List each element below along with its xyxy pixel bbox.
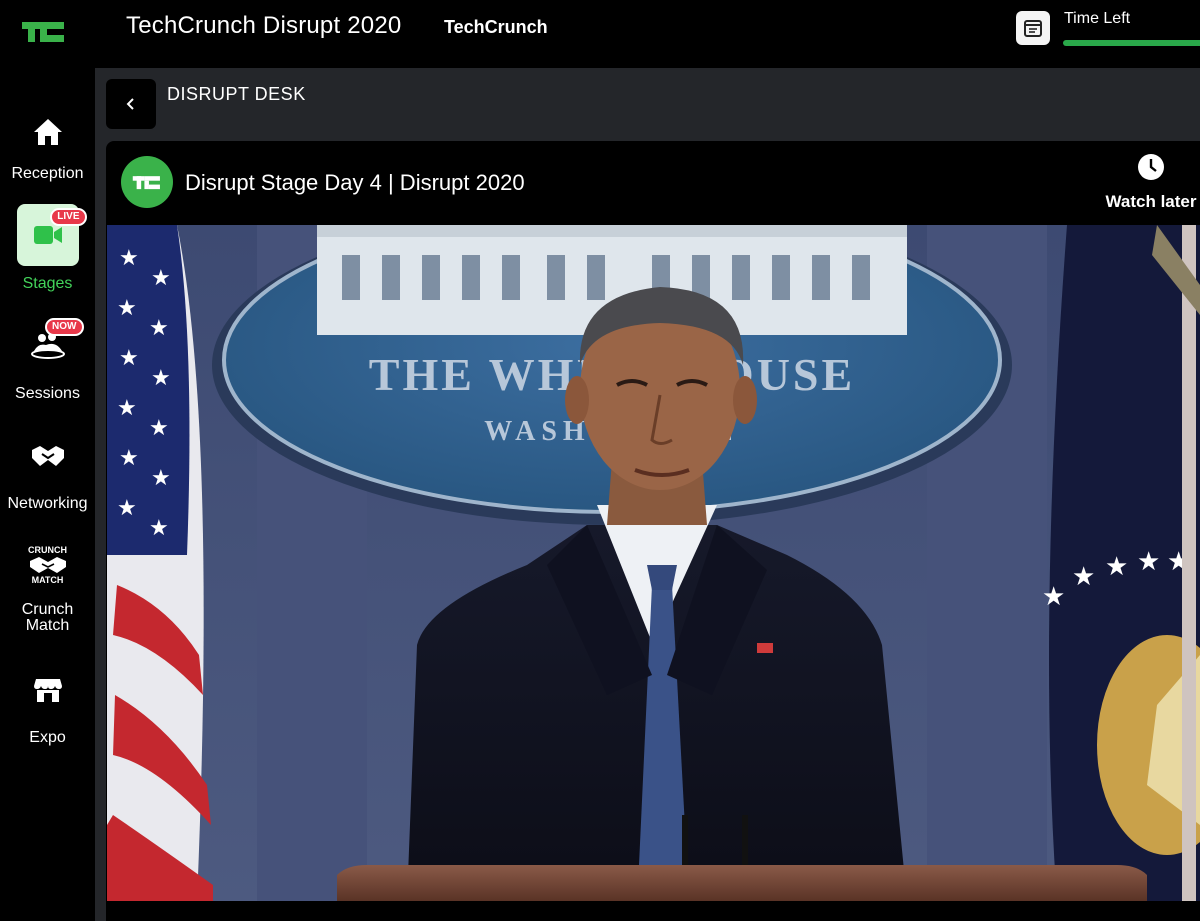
now-badge: NOW xyxy=(45,318,84,336)
sidebar-item-label: Networking xyxy=(7,495,88,512)
sidebar: Reception LIVE Stages NOW Sessions Netwo… xyxy=(0,68,95,921)
svg-text:★: ★ xyxy=(119,246,139,271)
sidebar-item-label: Crunch Match xyxy=(21,601,74,634)
live-badge: LIVE xyxy=(50,208,87,226)
svg-text:★: ★ xyxy=(149,516,169,541)
event-title: TechCrunch Disrupt 2020 xyxy=(126,12,402,39)
section-title: DISRUPT DESK xyxy=(167,84,306,104)
sidebar-item-networking[interactable]: Networking xyxy=(0,430,95,512)
sidebar-item-label: Sessions xyxy=(15,385,80,402)
svg-text:★: ★ xyxy=(149,316,169,341)
calendar-button[interactable] xyxy=(1016,11,1050,45)
chevron-left-icon xyxy=(126,98,134,110)
svg-text:★: ★ xyxy=(151,466,171,491)
storefront-icon xyxy=(18,664,78,716)
video-frame-image: THE WHITE HOUSE WASHINGTON ★★ ★★ ★★ ★★ ★… xyxy=(107,225,1200,901)
crunch-match-icon-text-top: CRUNCH xyxy=(28,545,67,555)
audience-icon: NOW xyxy=(18,318,84,370)
clock-icon xyxy=(1138,154,1164,180)
presidential-flag: ★★ ★ ★ ★ xyxy=(1042,225,1200,901)
svg-text:★: ★ xyxy=(119,346,139,371)
stream-card: Disrupt Stage Day 4 | Disrupt 2020 Watch… xyxy=(106,141,1200,921)
sidebar-item-crunch-match[interactable]: CRUNCH MATCH Crunch Match xyxy=(0,538,95,634)
handshake-icon xyxy=(18,430,78,482)
svg-text:★: ★ xyxy=(1105,552,1128,582)
svg-text:★: ★ xyxy=(151,366,171,391)
svg-text:★: ★ xyxy=(117,396,137,421)
time-left-label: Time Left xyxy=(1064,10,1131,27)
sidebar-item-label: Stages xyxy=(22,275,73,292)
svg-text:★: ★ xyxy=(1072,562,1095,592)
svg-text:★: ★ xyxy=(1042,582,1065,612)
back-button[interactable] xyxy=(106,79,156,129)
organizer-name[interactable]: TechCrunch xyxy=(444,17,548,38)
top-bar: TechCrunch Disrupt 2020 TechCrunch Time … xyxy=(0,0,1200,68)
sidebar-item-reception[interactable]: Reception xyxy=(0,106,95,182)
watch-later-label: Watch later xyxy=(1105,192,1197,211)
stream-title: Disrupt Stage Day 4 | Disrupt 2020 xyxy=(185,170,525,195)
home-icon xyxy=(18,106,78,158)
crunch-match-icon-text-bottom: MATCH xyxy=(31,575,64,585)
svg-text:★: ★ xyxy=(117,296,137,321)
sidebar-item-expo[interactable]: Expo xyxy=(0,664,95,746)
svg-text:★: ★ xyxy=(151,266,171,291)
video-camera-icon: LIVE xyxy=(16,204,87,266)
video-player[interactable]: THE WHITE HOUSE WASHINGTON ★★ ★★ ★★ ★★ ★… xyxy=(107,225,1200,901)
svg-text:★: ★ xyxy=(117,496,137,521)
techcrunch-logo[interactable] xyxy=(18,14,70,48)
svg-text:★: ★ xyxy=(1137,547,1160,577)
svg-text:★: ★ xyxy=(119,446,139,471)
sidebar-item-label: Expo xyxy=(29,729,66,746)
sidebar-item-label: Reception xyxy=(11,165,84,182)
time-left-progress xyxy=(1063,40,1200,46)
techcrunch-logo-icon xyxy=(132,176,160,190)
main-panel: DISRUPT DESK Disrupt Stage Day 4 | Disru… xyxy=(95,68,1200,921)
crunch-match-icon: CRUNCH MATCH xyxy=(18,538,78,592)
stage-avatar xyxy=(121,156,173,208)
svg-text:★: ★ xyxy=(149,416,169,441)
watch-later-button[interactable]: Watch later xyxy=(1096,153,1200,212)
sidebar-item-stages[interactable]: LIVE Stages xyxy=(0,204,95,292)
calendar-icon xyxy=(1024,20,1042,37)
sidebar-item-sessions[interactable]: NOW Sessions xyxy=(0,318,95,402)
